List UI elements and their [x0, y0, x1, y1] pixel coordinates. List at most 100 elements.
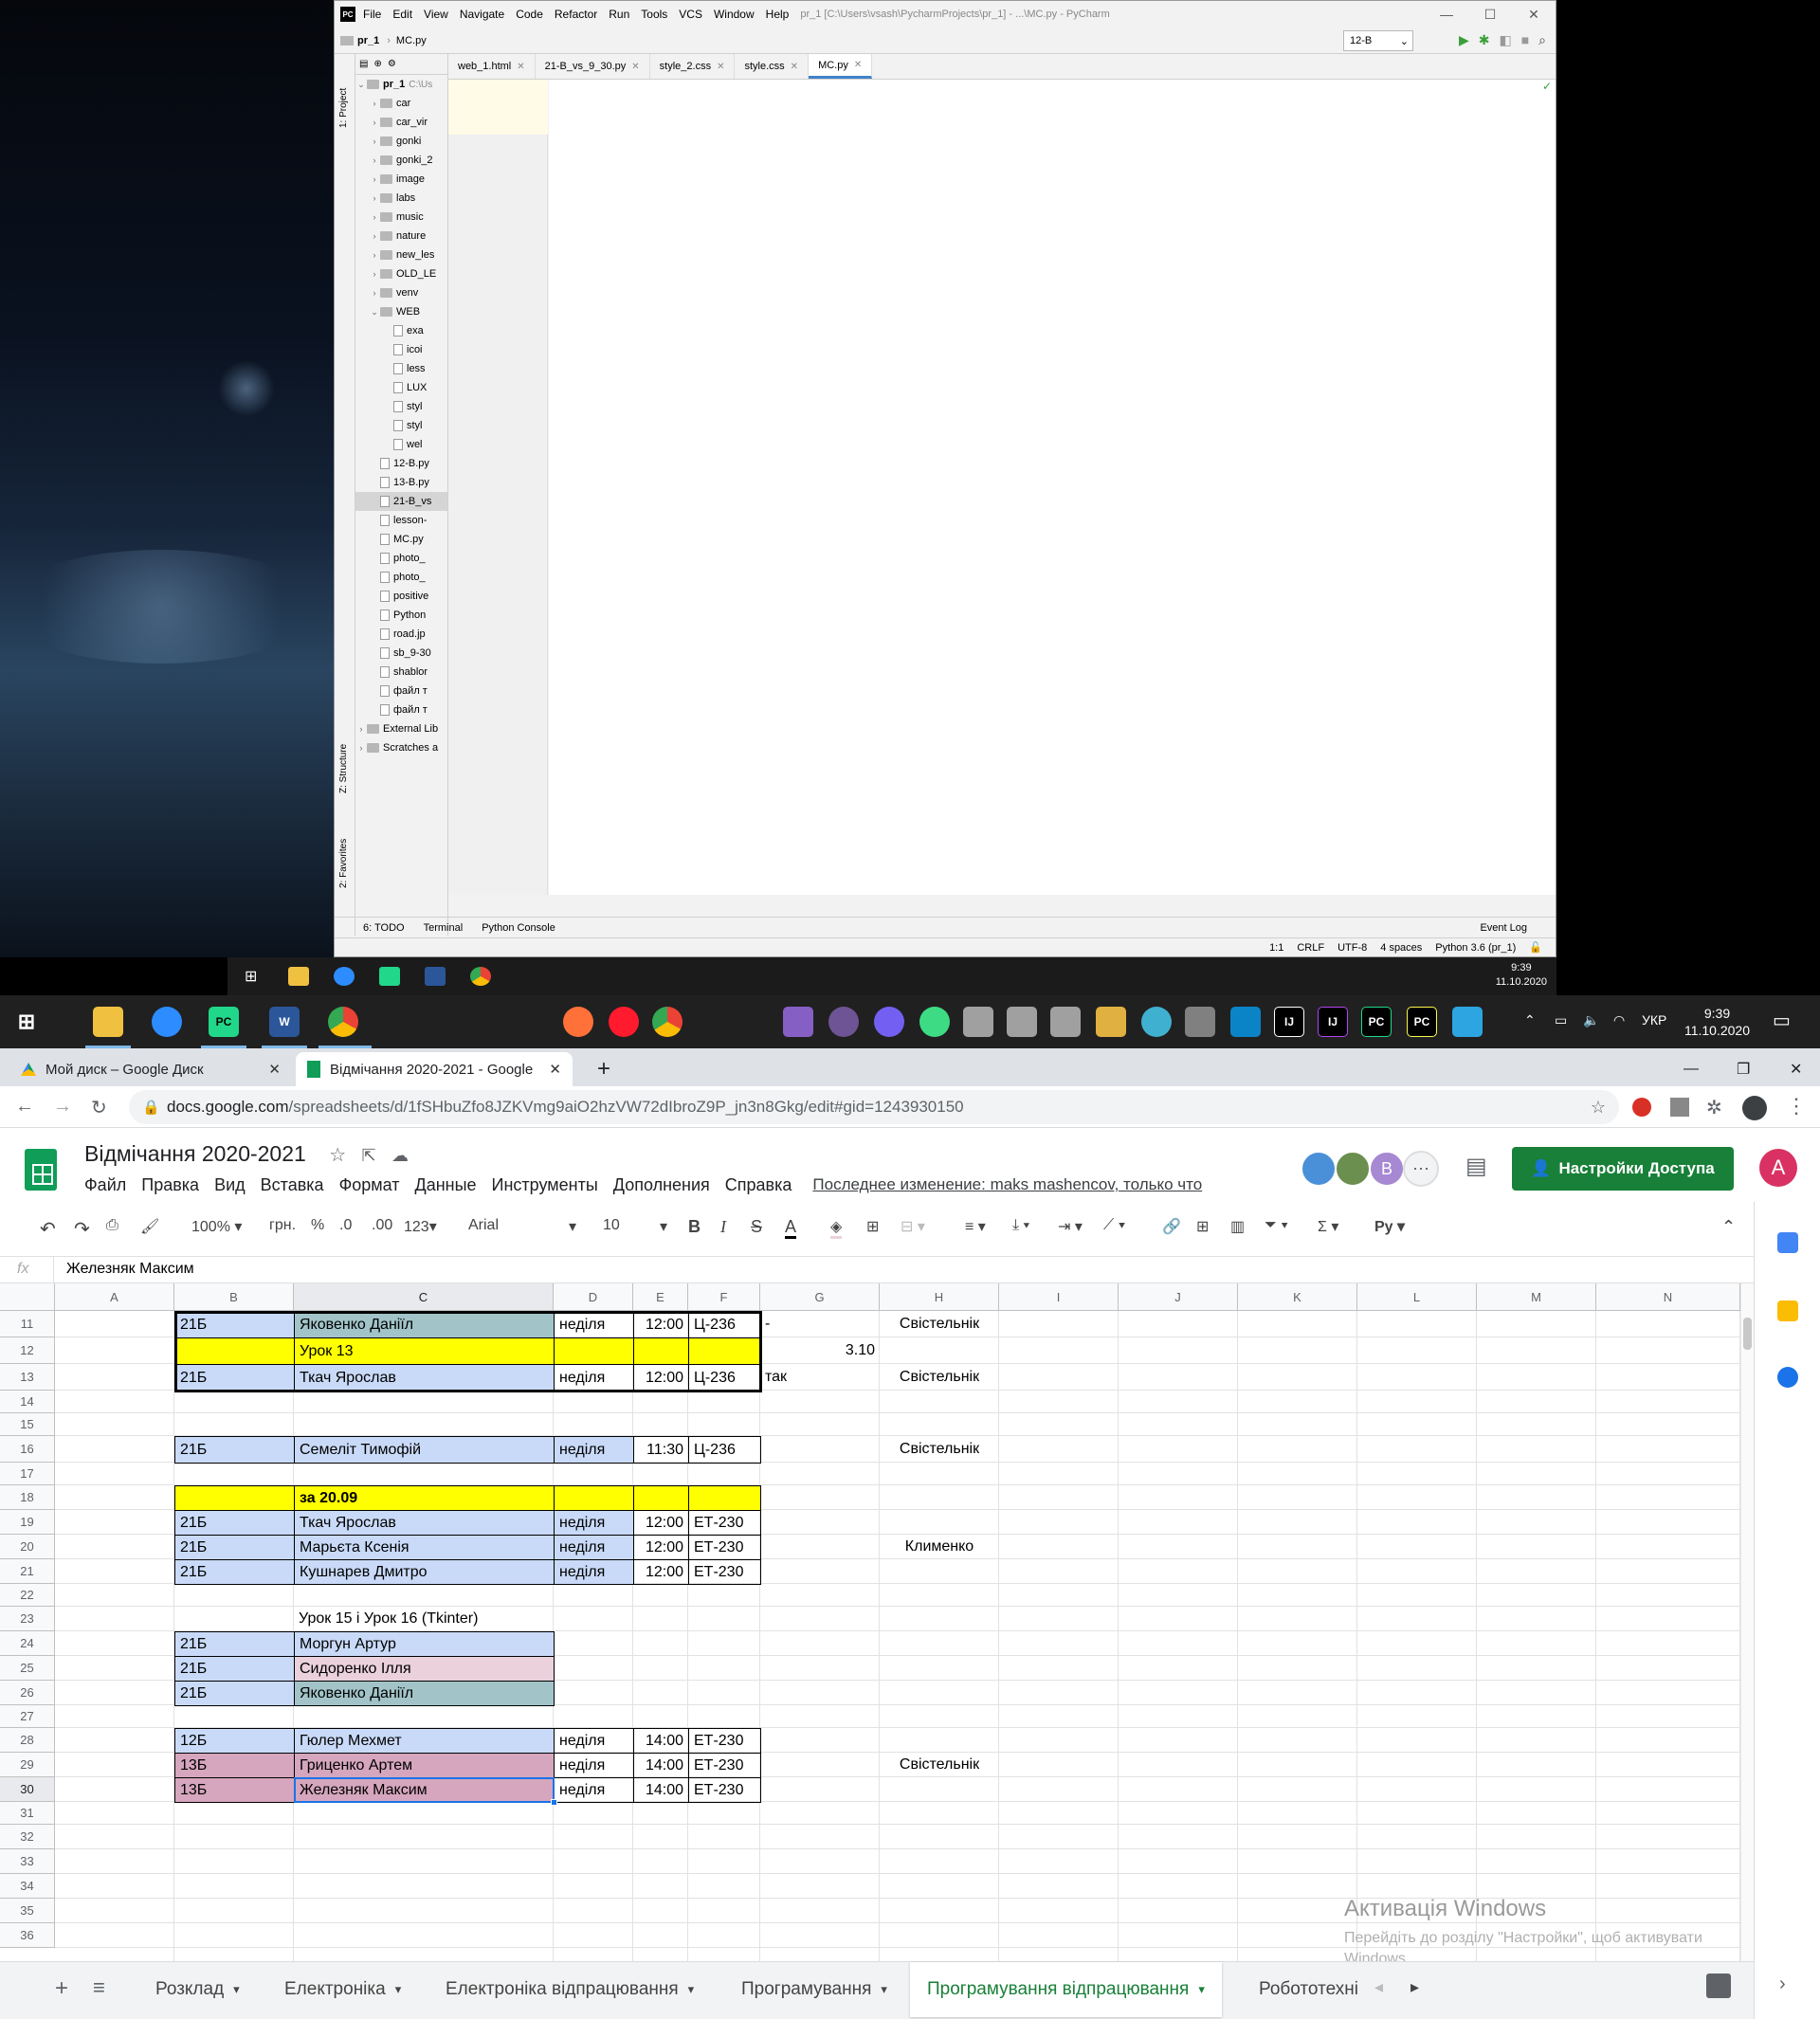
- app-icon[interactable]: [1141, 1007, 1172, 1037]
- cell[interactable]: 12:00: [633, 1311, 689, 1338]
- menu-item[interactable]: Tools: [641, 8, 667, 21]
- restore-icon[interactable]: ❐: [1725, 1052, 1761, 1086]
- battery-icon[interactable]: ▭: [1555, 1012, 1567, 1028]
- sheets-menu-item[interactable]: Инструменты: [492, 1175, 598, 1195]
- menu-item[interactable]: Code: [516, 8, 543, 21]
- strikethrough-icon[interactable]: S: [751, 1217, 762, 1237]
- tree-item[interactable]: › labs: [355, 189, 447, 208]
- cell[interactable]: неділя: [554, 1753, 634, 1778]
- close-icon[interactable]: ✕: [791, 62, 798, 72]
- terminal-tab[interactable]: Terminal: [424, 922, 464, 934]
- row-header[interactable]: 14: [0, 1391, 55, 1413]
- zoom-icon[interactable]: [152, 1007, 182, 1037]
- font-select[interactable]: Arial ▾: [468, 1217, 576, 1235]
- cell[interactable]: 11:30: [633, 1436, 689, 1464]
- tasks-icon[interactable]: [1777, 1367, 1798, 1388]
- tree-item[interactable]: lesson-: [355, 511, 447, 530]
- cell[interactable]: Гриценко Артем: [294, 1753, 555, 1778]
- chrome-tab-active[interactable]: Відмічання 2020-2021 - Google ✕: [296, 1052, 573, 1086]
- editor-tab[interactable]: 21-B_vs_9_30.py ✕: [536, 54, 650, 79]
- collaborator-avatar[interactable]: [1301, 1151, 1337, 1187]
- cell[interactable]: неділя: [554, 1559, 634, 1585]
- cloud-status-icon[interactable]: ☁: [391, 1146, 409, 1165]
- cell[interactable]: 12:00: [633, 1559, 689, 1585]
- cell[interactable]: -: [760, 1311, 880, 1337]
- scroll-thumb[interactable]: [1743, 1318, 1752, 1350]
- cell[interactable]: Яковенко Даніїл: [294, 1311, 555, 1338]
- cell[interactable]: Свістельнік: [880, 1311, 999, 1337]
- side-tab-structure[interactable]: Z: Structure: [338, 744, 349, 793]
- debug-icon[interactable]: ✱: [1479, 32, 1490, 48]
- chevron-down-icon[interactable]: ▾: [881, 1982, 887, 1997]
- sheets-menu-item[interactable]: Файл: [84, 1175, 126, 1195]
- extension-icon[interactable]: [1670, 1098, 1689, 1117]
- spreadsheet-grid[interactable]: A B C D E F G H I J K L M N 11 12 13 14 15 16 17 18 19 20 21 22 23…: [0, 1283, 1754, 1961]
- row-header[interactable]: 12: [0, 1337, 55, 1364]
- vertical-align-icon[interactable]: ⤓ ▾: [1012, 1217, 1029, 1234]
- windows-start-icon[interactable]: ⊞: [245, 967, 265, 986]
- cell[interactable]: Ц-236: [688, 1436, 761, 1464]
- decrease-decimal-button[interactable]: .0: [339, 1217, 352, 1234]
- cell[interactable]: ЕТ-230: [688, 1777, 761, 1803]
- chrome-icon[interactable]: [328, 1007, 358, 1037]
- chevron-down-icon[interactable]: ▾: [395, 1982, 402, 1997]
- row-header[interactable]: 16: [0, 1436, 55, 1463]
- cell[interactable]: неділя: [554, 1436, 634, 1464]
- event-log-tab[interactable]: Event Log: [1480, 922, 1527, 934]
- cell[interactable]: так: [760, 1364, 880, 1391]
- firefox-icon[interactable]: [563, 1007, 593, 1037]
- cell[interactable]: [633, 1337, 689, 1365]
- tree-item[interactable]: sb_9-30: [355, 644, 447, 663]
- sheets-logo-icon[interactable]: [25, 1149, 57, 1191]
- tree-item[interactable]: MC.py: [355, 530, 447, 549]
- menu-item[interactable]: View: [424, 8, 448, 21]
- sheet-tab[interactable]: Програмування ▾: [724, 1962, 904, 2017]
- tree-item[interactable]: icoi: [355, 340, 447, 359]
- row-header[interactable]: 19: [0, 1510, 55, 1535]
- scroll-right-icon[interactable]: ▸: [1410, 1977, 1419, 1997]
- tree-item[interactable]: файл т: [355, 700, 447, 719]
- italic-icon[interactable]: I: [720, 1217, 726, 1237]
- column-header[interactable]: G: [760, 1283, 880, 1311]
- column-header[interactable]: L: [1357, 1283, 1477, 1311]
- pycharm-icon[interactable]: PC: [1407, 1007, 1437, 1037]
- horizontal-align-icon[interactable]: ≡ ▾: [965, 1217, 986, 1236]
- cell[interactable]: 14:00: [633, 1753, 689, 1778]
- intellij-icon[interactable]: IJ: [1274, 1007, 1304, 1037]
- cell[interactable]: Урок 15 і Урок 16 (Tkinter): [294, 1607, 554, 1631]
- cell[interactable]: 21Б: [174, 1656, 295, 1682]
- cell[interactable]: Ткач Ярослав: [294, 1510, 555, 1536]
- tree-item[interactable]: › Scratches a: [355, 738, 447, 757]
- text-color-icon[interactable]: A: [785, 1217, 797, 1239]
- row-header[interactable]: 24: [0, 1631, 55, 1656]
- row-header[interactable]: 31: [0, 1802, 55, 1825]
- tree-item[interactable]: файл т: [355, 682, 447, 700]
- close-icon[interactable]: ✕: [1512, 1, 1556, 27]
- explore-icon[interactable]: [1706, 1974, 1731, 1998]
- chevron-down-icon[interactable]: ▾: [1198, 1982, 1205, 1997]
- word-icon[interactable]: [425, 967, 446, 986]
- todo-tab[interactable]: 6: TODO: [363, 922, 405, 934]
- cell[interactable]: Свістельнік: [875, 1753, 1004, 1777]
- viber-icon[interactable]: [874, 1007, 904, 1037]
- pycharm-icon[interactable]: PC: [209, 1007, 239, 1037]
- tree-item[interactable]: › car: [355, 94, 447, 113]
- tree-item[interactable]: › car_vir: [355, 113, 447, 132]
- tree-item[interactable]: less: [355, 359, 447, 378]
- tree-item[interactable]: 13-B.py: [355, 473, 447, 492]
- kebab-menu-icon[interactable]: ⋮: [1786, 1094, 1807, 1119]
- cell[interactable]: неділя: [554, 1364, 634, 1391]
- undo-icon[interactable]: ↶: [40, 1217, 56, 1241]
- font-size-select[interactable]: 10 ▾: [603, 1217, 667, 1235]
- keep-icon[interactable]: [1777, 1301, 1798, 1321]
- close-icon[interactable]: ✕: [268, 1061, 281, 1078]
- cell[interactable]: 21Б: [174, 1681, 295, 1706]
- cell[interactable]: Свістельнік: [880, 1364, 999, 1391]
- sheets-menu-item[interactable]: Формат: [339, 1175, 400, 1195]
- row-header[interactable]: 33: [0, 1849, 55, 1874]
- opera-icon[interactable]: [609, 1007, 639, 1037]
- functions-icon[interactable]: Σ ▾: [1318, 1217, 1338, 1236]
- cell[interactable]: Семеліт Тимофій: [294, 1436, 555, 1464]
- cell[interactable]: Марьєта Ксенія: [294, 1535, 555, 1560]
- status-interpreter[interactable]: Python 3.6 (pr_1): [1435, 942, 1516, 954]
